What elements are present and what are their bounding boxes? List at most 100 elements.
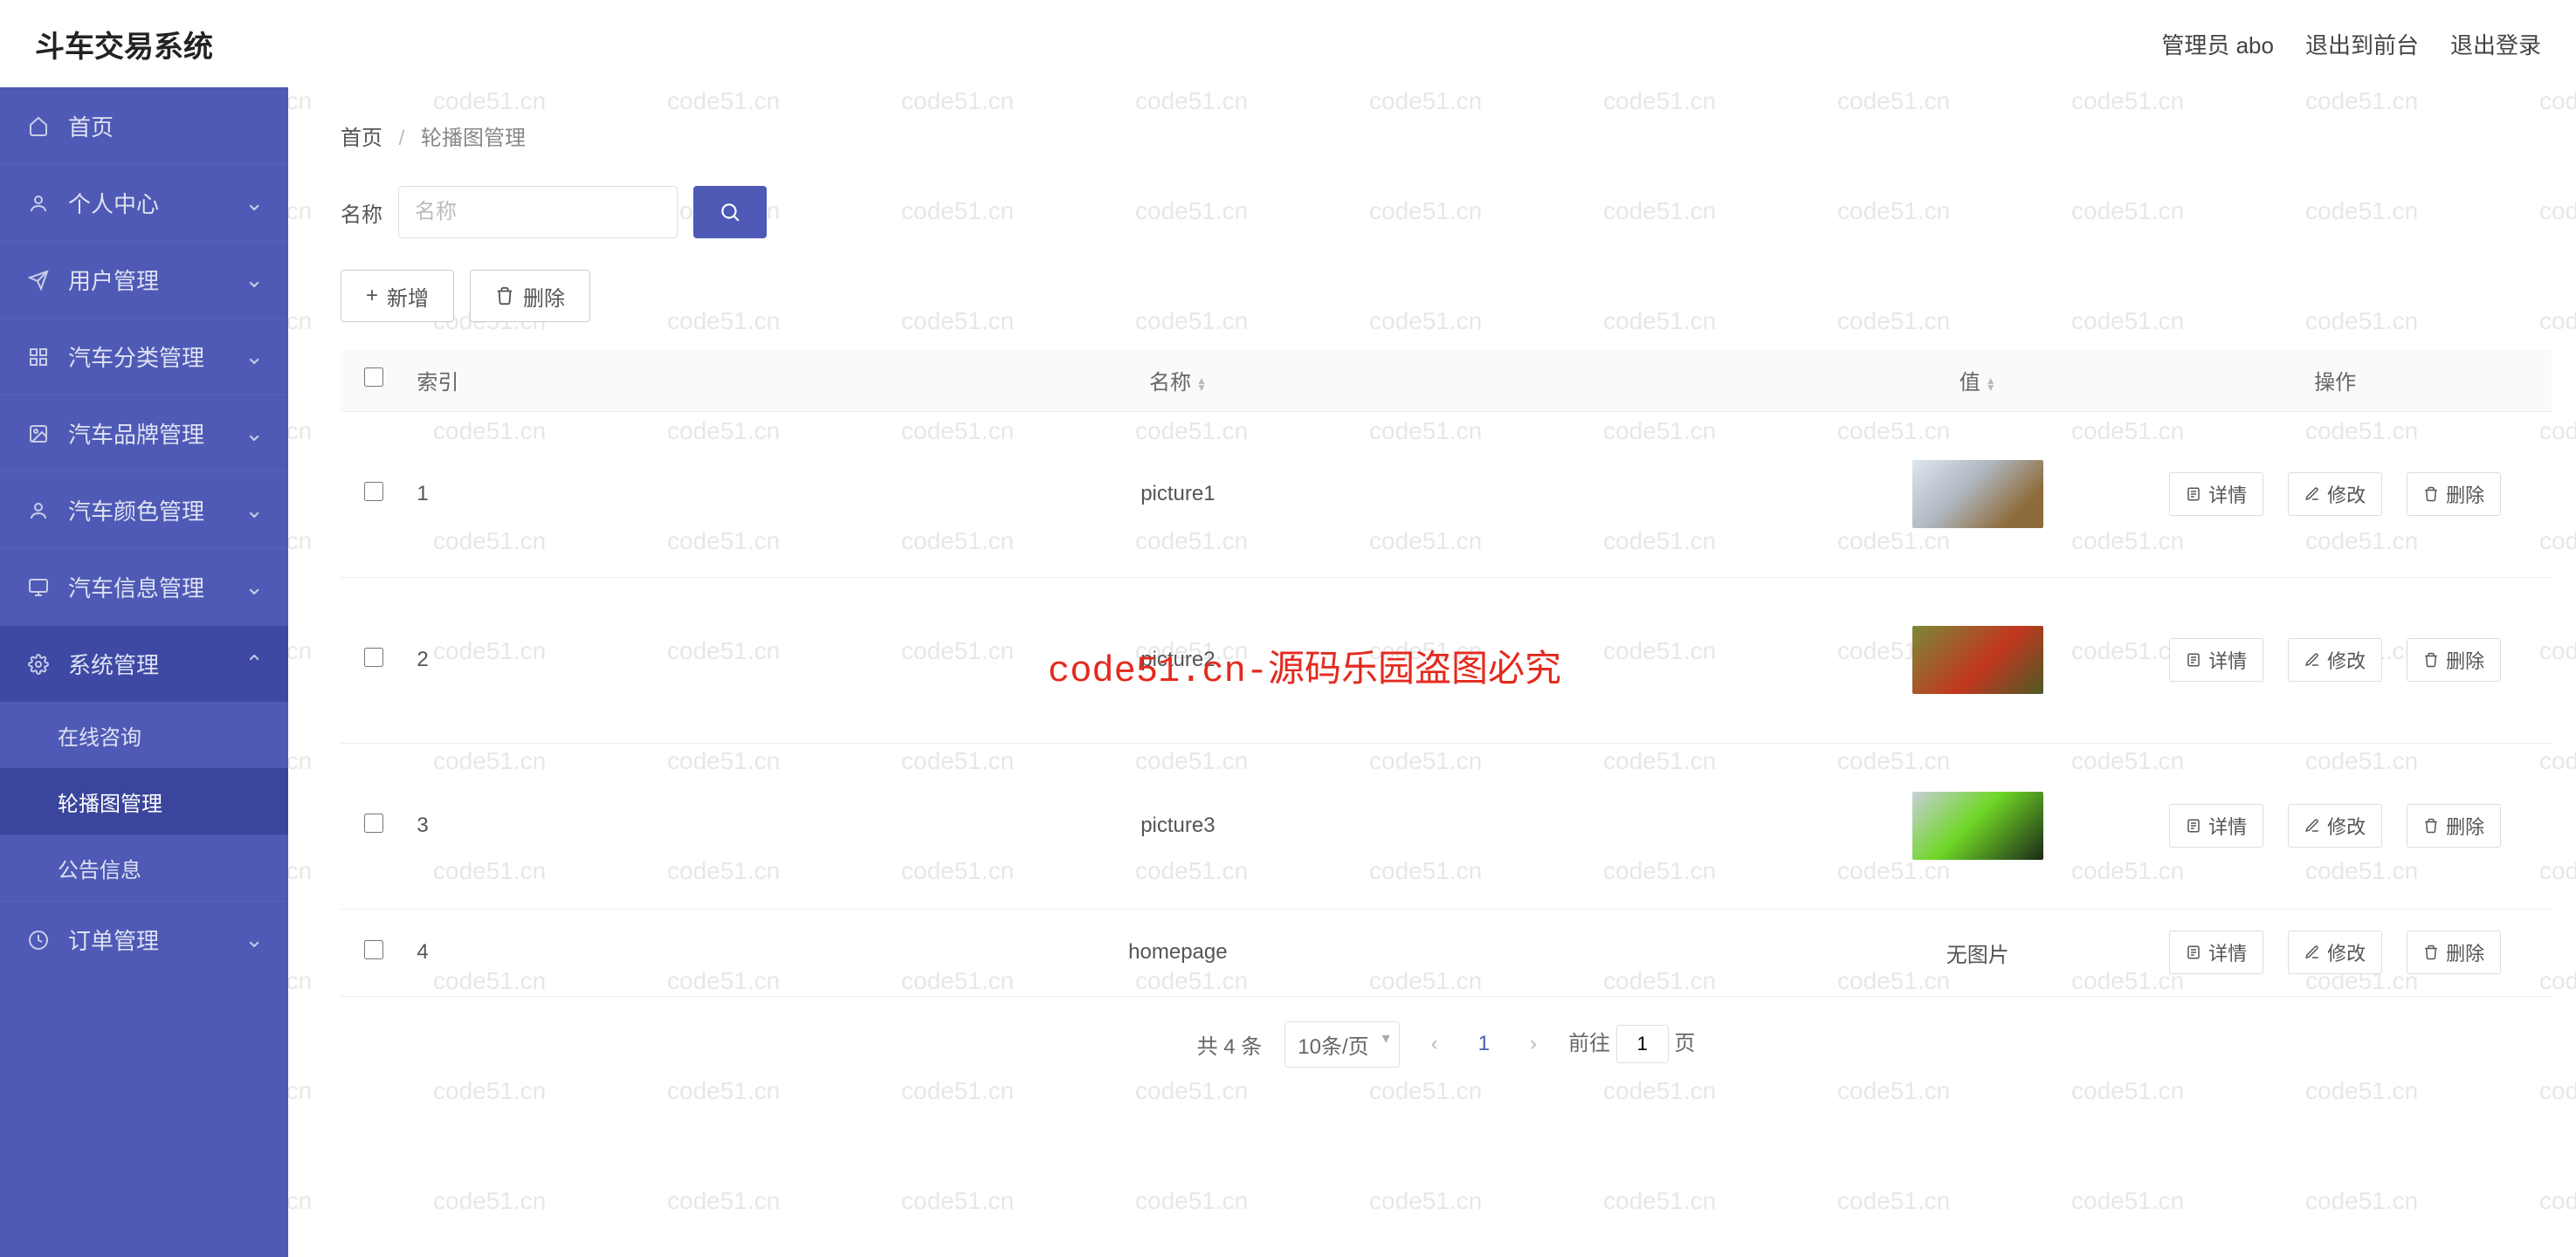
breadcrumb-home[interactable]: 首页 (341, 127, 382, 150)
sidebar-item-car-info[interactable]: 汽车信息管理 ⌄ (0, 548, 288, 625)
logout-front-link[interactable]: 退出到前台 (2305, 28, 2419, 60)
op-edit-button[interactable]: 修改 (2288, 804, 2382, 848)
filter-name-input[interactable] (398, 186, 678, 238)
sidebar-item-car-brand[interactable]: 汽车品牌管理 ⌄ (0, 395, 288, 471)
row-name: picture1 (1140, 482, 1215, 505)
pagination: 共 4 条 10条/页 ‹ 1 › 前往 页 (341, 1021, 2552, 1068)
sidebar-item-label: 在线咨询 (58, 720, 141, 751)
page-next[interactable]: › (1521, 1028, 1546, 1060)
header: 斗车交易系统 管理员 abo 退出到前台 退出登录 (0, 0, 2576, 87)
gear-icon (24, 654, 52, 675)
table-row: 1 picture1 详情 修改 删除 (341, 411, 2552, 577)
edit-icon (2304, 818, 2320, 834)
col-index: 索引 (417, 371, 458, 395)
op-label: 修改 (2327, 480, 2366, 508)
sidebar-sub-notice[interactable]: 公告信息 (0, 835, 288, 901)
breadcrumb-separator: / (399, 127, 405, 150)
filter-name-label: 名称 (341, 197, 382, 228)
sidebar-sub-carousel[interactable]: 轮播图管理 (0, 768, 288, 835)
op-edit-button[interactable]: 修改 (2288, 638, 2382, 682)
sidebar-item-orders[interactable]: 订单管理 ⌄ (0, 901, 288, 978)
chevron-down-icon: ⌄ (245, 926, 264, 953)
edit-icon (2304, 652, 2320, 668)
row-checkbox[interactable] (364, 482, 383, 501)
sidebar-item-label: 汽车分类管理 (68, 340, 204, 373)
op-delete-button[interactable]: 删除 (2407, 638, 2501, 682)
op-detail-button[interactable]: 详情 (2169, 804, 2263, 848)
op-label: 修改 (2327, 646, 2366, 674)
clock-icon (24, 930, 52, 951)
page-prev[interactable]: ‹ (1422, 1028, 1447, 1060)
action-row: + 新增 删除 (341, 270, 2552, 322)
row-name: picture2 (1140, 648, 1215, 671)
op-delete-button[interactable]: 删除 (2407, 472, 2501, 516)
sidebar-item-label: 汽车颜色管理 (68, 494, 204, 526)
row-thumbnail (1912, 626, 2043, 694)
row-index: 4 (417, 940, 428, 964)
col-value: 值 (1960, 371, 1980, 395)
table-row: 4 homepage 无图片 详情修改 删除 (341, 909, 2552, 996)
chevron-down-icon: ⌄ (245, 266, 264, 293)
select-all-checkbox[interactable] (364, 367, 383, 387)
monitor-icon (24, 577, 52, 598)
delete-button[interactable]: 删除 (470, 270, 590, 322)
sidebar-item-profile[interactable]: 个人中心 ⌄ (0, 164, 288, 241)
goto-input[interactable] (1616, 1025, 1669, 1063)
page-size-select[interactable]: 10条/页 (1285, 1021, 1399, 1068)
op-detail-button[interactable]: 详情 (2169, 931, 2263, 974)
chevron-up-icon: ⌃ (245, 650, 264, 677)
op-label: 删除 (2446, 812, 2484, 840)
page-current[interactable]: 1 (1470, 1028, 1498, 1060)
row-checkbox[interactable] (364, 940, 383, 959)
sidebar-item-home[interactable]: 首页 (0, 87, 288, 164)
breadcrumb: 首页 / 轮播图管理 (341, 120, 2552, 151)
add-button-label: 新增 (387, 281, 429, 312)
row-checkbox[interactable] (364, 648, 383, 667)
row-name: picture3 (1140, 814, 1215, 837)
row-thumbnail (1912, 460, 2043, 528)
data-table: 索引 名称▲▼ 值▲▼ 操作 1picture1详情修改删除2picture2详… (341, 350, 2552, 997)
op-edit-button[interactable]: 修改 (2288, 472, 2382, 516)
goto-suffix: 页 (1674, 1032, 1695, 1055)
row-checkbox[interactable] (364, 814, 383, 833)
sidebar-sub-chat[interactable]: 在线咨询 (0, 702, 288, 768)
document-icon (2186, 486, 2201, 502)
sidebar-item-system[interactable]: 系统管理 ⌃ (0, 625, 288, 702)
logout-link[interactable]: 退出登录 (2450, 28, 2541, 60)
admin-label[interactable]: 管理员 abo (2161, 28, 2274, 60)
filter-row: 名称 (341, 186, 2552, 238)
add-button[interactable]: + 新增 (341, 270, 454, 322)
op-detail-button[interactable]: 详情 (2169, 472, 2263, 516)
col-name: 名称 (1149, 371, 1191, 395)
search-button[interactable] (693, 186, 767, 238)
op-delete-button[interactable]: 删除 (2407, 931, 2501, 974)
sidebar-item-label: 首页 (68, 110, 114, 142)
document-icon (2186, 818, 2201, 834)
op-detail-button[interactable]: 详情 (2169, 638, 2263, 682)
pagination-total: 共 4 条 (1197, 1029, 1263, 1060)
sidebar-item-users[interactable]: 用户管理 ⌄ (0, 241, 288, 318)
op-label: 删除 (2446, 480, 2484, 508)
chevron-down-icon: ⌄ (245, 574, 264, 601)
op-label: 删除 (2446, 938, 2484, 966)
sidebar-item-car-color[interactable]: 汽车颜色管理 ⌄ (0, 471, 288, 548)
op-label: 详情 (2208, 812, 2247, 840)
row-index: 2 (417, 648, 428, 671)
sidebar-item-label: 轮播图管理 (58, 786, 162, 817)
row-name: homepage (1128, 940, 1227, 964)
chevron-down-icon: ⌄ (245, 497, 264, 524)
sidebar: 首页 个人中心 ⌄ 用户管理 ⌄ 汽车分类管理 ⌄ 汽车品牌管理 ⌄ 汽车颜色管… (0, 87, 288, 1257)
sidebar-item-label: 系统管理 (68, 648, 159, 680)
trash-icon (495, 286, 514, 306)
user-icon (24, 500, 52, 521)
sidebar-item-car-category[interactable]: 汽车分类管理 ⌄ (0, 318, 288, 395)
sort-icon[interactable]: ▲▼ (1986, 377, 1996, 391)
chevron-down-icon: ⌄ (245, 189, 264, 216)
chevron-down-icon: ⌄ (245, 420, 264, 447)
op-delete-button[interactable]: 删除 (2407, 804, 2501, 848)
sort-icon[interactable]: ▲▼ (1196, 377, 1207, 391)
row-index: 1 (417, 482, 428, 505)
op-edit-button[interactable]: 修改 (2288, 931, 2382, 974)
row-value-none: 无图片 (1946, 944, 2009, 967)
user-icon (24, 193, 52, 214)
